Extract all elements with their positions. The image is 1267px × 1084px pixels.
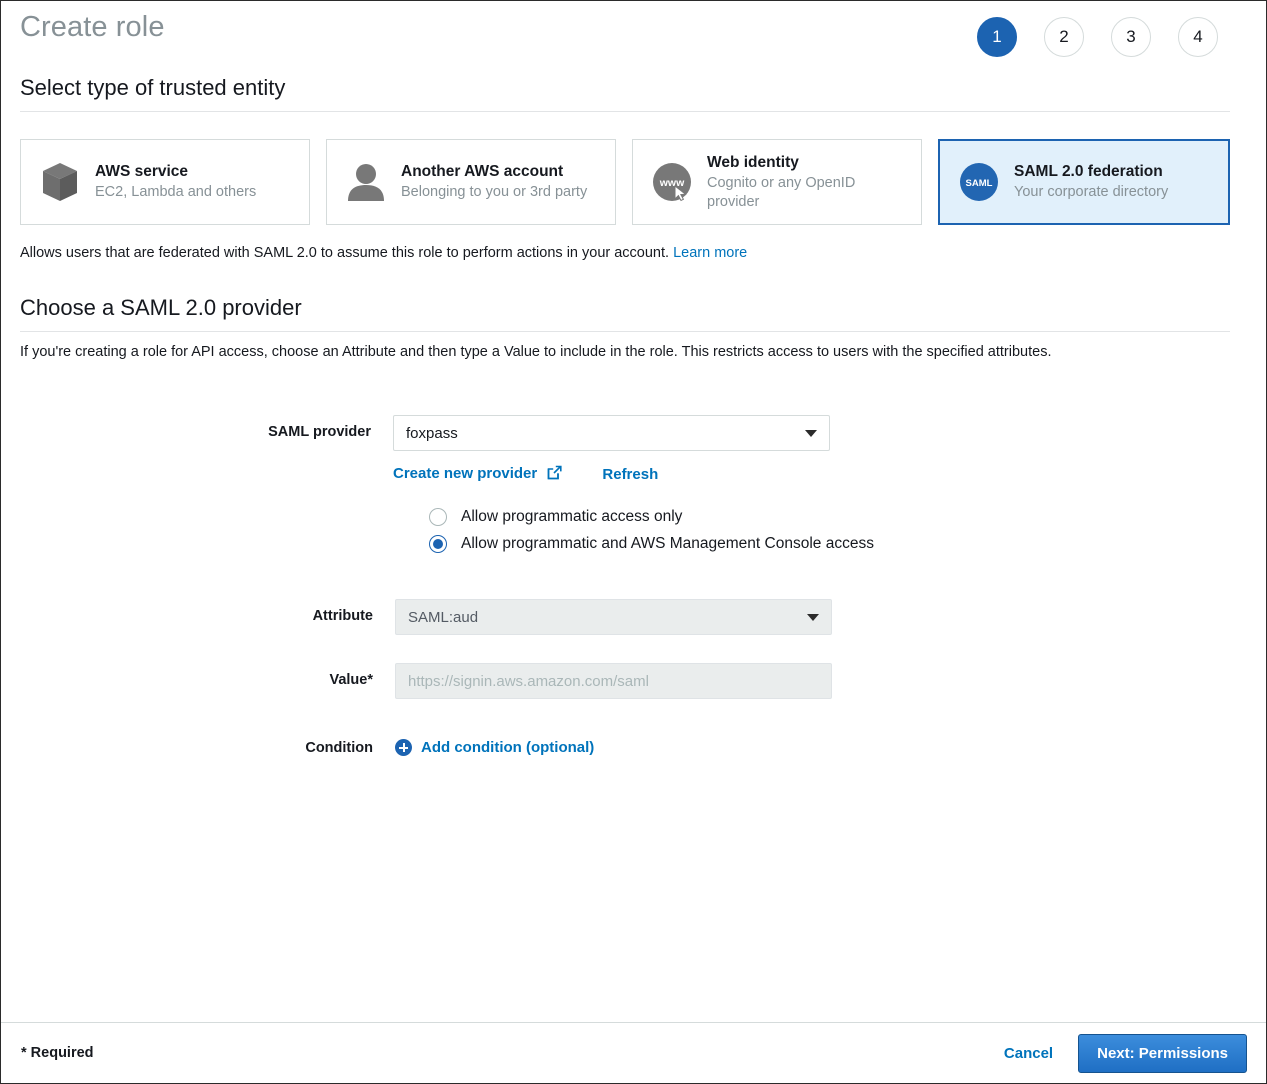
create-new-provider-link[interactable]: Create new provider [393, 465, 562, 484]
entity-card-another-aws-account[interactable]: Another AWS account Belonging to you or … [326, 139, 616, 225]
entity-card-text: Web identity Cognito or any OpenID provi… [707, 153, 907, 211]
value-label: Value* [329, 672, 373, 688]
www-icon: www [647, 157, 697, 207]
entity-card-text: SAML 2.0 federation Your corporate direc… [1014, 162, 1168, 202]
radio-indicator-selected [429, 535, 447, 553]
condition-label: Condition [305, 739, 373, 756]
cancel-button[interactable]: Cancel [1000, 1039, 1057, 1068]
entity-card-title: Another AWS account [401, 163, 564, 181]
chevron-down-icon [805, 430, 817, 437]
plus-circle-icon [395, 739, 412, 756]
attribute-row: Attribute SAML:aud [1, 599, 832, 635]
user-icon [341, 157, 391, 207]
entity-card-title: AWS service [95, 163, 189, 181]
step-indicator: 1 2 3 4 [977, 17, 1218, 57]
required-note: * Required [21, 1045, 94, 1061]
entity-card-subtitle: EC2, Lambda and others [95, 184, 257, 201]
value-row: Value* https://signin.aws.amazon.com/sam… [1, 663, 832, 699]
trusted-entity-description-text: Allows users that are federated with SAM… [20, 245, 670, 261]
svg-text:SAML: SAML [966, 178, 993, 189]
cube-icon [35, 157, 85, 207]
entity-card-subtitle: Cognito or any OpenID provider [707, 175, 856, 210]
step-1[interactable]: 1 [977, 17, 1017, 57]
saml-provider-field-group: foxpass Create new provider Refresh [393, 415, 830, 484]
entity-card-saml-federation[interactable]: SAML SAML 2.0 federation Your corporate … [938, 139, 1230, 225]
chevron-down-icon [807, 614, 819, 621]
entity-card-text: Another AWS account Belonging to you or … [401, 162, 587, 202]
radio-label: Allow programmatic access only [461, 508, 683, 525]
radio-programmatic-only[interactable]: Allow programmatic access only [429, 508, 874, 526]
value-placeholder: https://signin.aws.amazon.com/saml [408, 672, 649, 690]
entity-card-title: SAML 2.0 federation [1014, 163, 1163, 181]
attribute-label: Attribute [312, 608, 373, 624]
page-title: Create role [20, 11, 165, 43]
add-condition-label: Add condition (optional) [421, 739, 595, 756]
radio-indicator [429, 508, 447, 526]
entity-card-subtitle: Belonging to you or 3rd party [401, 184, 588, 201]
saml-provider-row: SAML provider foxpass Create new provide… [1, 415, 830, 484]
step-4[interactable]: 4 [1178, 17, 1218, 57]
create-role-wizard: Create role 1 2 3 4 Select type of trust… [0, 0, 1267, 1084]
trusted-entity-cards: AWS service EC2, Lambda and others Anoth… [20, 139, 1230, 225]
learn-more-link[interactable]: Learn more [673, 245, 747, 261]
step-2[interactable]: 2 [1044, 17, 1084, 57]
condition-row: Condition Add condition (optional) [1, 739, 594, 756]
value-input[interactable]: https://signin.aws.amazon.com/saml [395, 663, 832, 699]
wizard-header: Create role 1 2 3 4 [1, 1, 1266, 63]
trusted-entity-description: Allows users that are federated with SAM… [20, 243, 1220, 264]
external-link-icon [547, 465, 562, 484]
saml-provider-description: If you're creating a role for API access… [20, 344, 1052, 360]
saml-provider-label: SAML provider [268, 424, 371, 440]
provider-actions: Create new provider Refresh [393, 465, 830, 484]
entity-card-text: AWS service EC2, Lambda and others [95, 162, 256, 202]
heading-divider-1 [20, 111, 1230, 112]
entity-card-aws-service[interactable]: AWS service EC2, Lambda and others [20, 139, 310, 225]
refresh-link[interactable]: Refresh [602, 466, 658, 483]
saml-icon: SAML [954, 157, 1004, 207]
radio-label: Allow programmatic and AWS Management Co… [461, 535, 874, 552]
saml-provider-heading: Choose a SAML 2.0 provider [20, 295, 302, 320]
trusted-entity-heading: Select type of trusted entity [20, 75, 286, 100]
attribute-select[interactable]: SAML:aud [395, 599, 832, 635]
saml-provider-select[interactable]: foxpass [393, 415, 830, 451]
attribute-value: SAML:aud [408, 608, 479, 626]
entity-card-title: Web identity [707, 153, 799, 171]
step-3[interactable]: 3 [1111, 17, 1151, 57]
create-new-provider-label: Create new provider [393, 465, 538, 482]
entity-card-web-identity[interactable]: www Web identity Cognito or any OpenID p… [632, 139, 922, 225]
wizard-footer: * Required Cancel Next: Permissions [1, 1023, 1266, 1083]
heading-divider-2 [20, 331, 1230, 332]
footer-actions: Cancel Next: Permissions [1000, 1033, 1247, 1073]
svg-text:www: www [659, 177, 685, 189]
access-type-radio-group: Allow programmatic access only Allow pro… [429, 508, 874, 553]
entity-card-subtitle: Your corporate directory [1014, 184, 1169, 201]
saml-provider-value: foxpass [406, 424, 458, 442]
next-permissions-button[interactable]: Next: Permissions [1078, 1033, 1247, 1073]
add-condition-button[interactable]: Add condition (optional) [395, 739, 594, 756]
radio-programmatic-and-console[interactable]: Allow programmatic and AWS Management Co… [429, 535, 874, 553]
